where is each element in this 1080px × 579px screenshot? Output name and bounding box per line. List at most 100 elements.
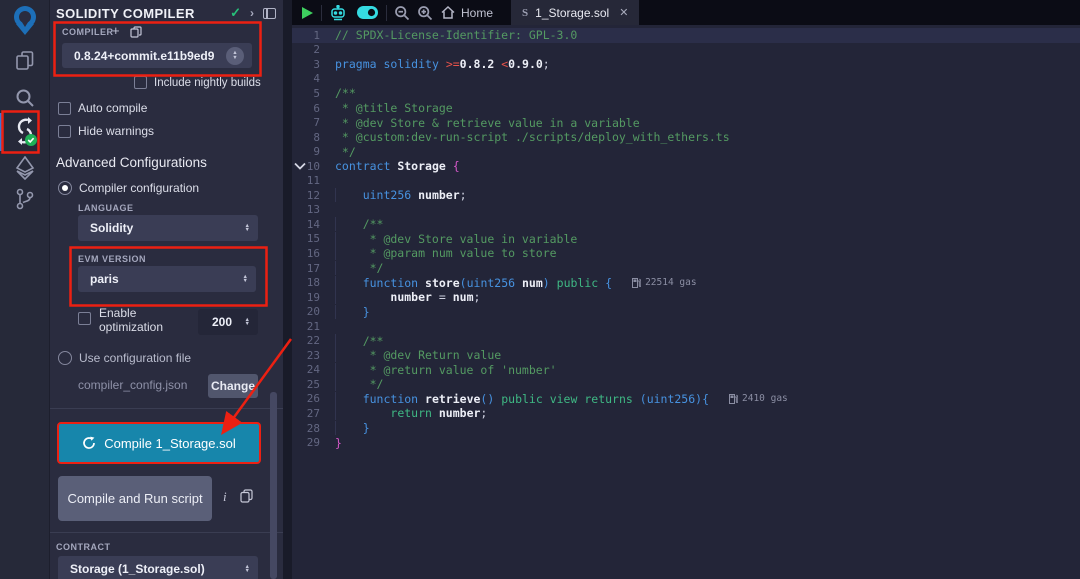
code-line[interactable]: 14 /** <box>292 217 1080 232</box>
enable-optimization-checkbox[interactable] <box>78 312 91 325</box>
code-text: * @return value of 'number' <box>335 363 557 377</box>
chevron-down-icon[interactable] <box>294 159 306 173</box>
code-line[interactable]: 3pragma solidity >=0.8.2 <0.9.0; <box>292 57 1080 72</box>
contract-stepper-icon: ▲▼ <box>245 565 250 574</box>
auto-compile-checkbox[interactable] <box>58 102 71 115</box>
code-line[interactable]: 11 <box>292 173 1080 188</box>
line-number: 22 <box>292 334 335 347</box>
code-line[interactable]: 17 */ <box>292 261 1080 276</box>
code-text: */ <box>335 145 356 159</box>
panel-editor-divider[interactable] <box>283 0 292 579</box>
tab-1-storage-sol[interactable]: S 1_Storage.sol ✕ <box>511 0 639 25</box>
add-custom-compiler-icon[interactable]: + <box>112 23 120 38</box>
run-script-play-icon[interactable] <box>300 6 314 20</box>
advanced-configurations-header[interactable]: Advanced Configurations <box>56 155 207 170</box>
code-line[interactable]: 25 */ <box>292 377 1080 392</box>
zoom-in-icon[interactable] <box>417 5 433 21</box>
line-number: 24 <box>292 363 335 376</box>
runs-stepper-icon: ▲▼ <box>245 318 250 327</box>
line-number: 17 <box>292 262 335 275</box>
code-text: uint256 number; <box>335 188 467 202</box>
code-text: * @dev Store & retrieve value in a varia… <box>335 116 640 130</box>
hide-warnings-label: Hide warnings <box>78 124 154 138</box>
language-select[interactable]: Solidity ▲▼ <box>78 215 258 241</box>
line-number: 18 <box>292 276 335 289</box>
optimization-runs-stepper[interactable]: 200 ▲▼ <box>198 309 258 335</box>
pin-panel-icon[interactable] <box>263 8 276 19</box>
code-line[interactable]: 26 function retrieve() public view retur… <box>292 392 1080 407</box>
line-number: 13 <box>292 203 335 216</box>
code-line[interactable]: 7 * @dev Store & retrieve value in a var… <box>292 115 1080 130</box>
ai-assistant-robot-icon[interactable] <box>329 5 347 21</box>
code-line[interactable]: 2 <box>292 43 1080 58</box>
use-config-file-row: Use configuration file <box>58 351 191 365</box>
file-explorer-icon[interactable] <box>0 50 50 72</box>
code-line[interactable]: 16 * @param num value to store <box>292 246 1080 261</box>
solidity-compiler-icon[interactable] <box>0 117 50 147</box>
evm-version-label: EVM VERSION <box>78 254 146 264</box>
tab-home[interactable]: Home <box>441 6 493 20</box>
line-number: 2 <box>292 43 335 56</box>
activity-bar <box>0 0 50 579</box>
code-line[interactable]: 5/** <box>292 86 1080 101</box>
copy-script-icon[interactable] <box>240 489 253 506</box>
ai-toggle-icon[interactable] <box>356 5 379 20</box>
code-line[interactable]: 22 /** <box>292 333 1080 348</box>
gas-pump-icon <box>729 394 738 404</box>
refresh-icon <box>82 436 96 450</box>
compiler-version-stepper-icon[interactable]: ▲▼ <box>226 47 244 65</box>
code-line[interactable]: 19 number = num; <box>292 290 1080 305</box>
compile-success-check-icon: ✓ <box>230 5 241 21</box>
code-line[interactable]: 8 * @custom:dev-run-script ./scripts/dep… <box>292 130 1080 145</box>
close-tab-icon[interactable]: ✕ <box>619 6 628 19</box>
evm-version-select[interactable]: paris ▲▼ <box>78 266 256 292</box>
code-line[interactable]: 9 */ <box>292 144 1080 159</box>
remix-logo-icon[interactable] <box>0 3 50 39</box>
code-text: // SPDX-License-Identifier: GPL-3.0 <box>335 28 577 42</box>
code-text: function retrieve() public view returns … <box>335 392 709 406</box>
enable-optimization-label: Enable optimization <box>99 306 185 334</box>
line-number: 26 <box>292 392 335 405</box>
zoom-out-icon[interactable] <box>394 5 410 21</box>
line-number: 5 <box>292 87 335 100</box>
info-icon[interactable]: i <box>223 489 227 505</box>
code-text: */ <box>335 261 383 275</box>
code-line[interactable]: 20 } <box>292 304 1080 319</box>
search-icon[interactable] <box>0 87 50 109</box>
code-line[interactable]: 1// SPDX-License-Identifier: GPL-3.0 <box>292 28 1080 43</box>
collapse-panel-icon[interactable]: › <box>250 6 254 20</box>
compiler-configuration-label: Compiler configuration <box>79 181 199 195</box>
code-line[interactable]: 6 * @title Storage <box>292 101 1080 116</box>
code-lines[interactable]: 1// SPDX-License-Identifier: GPL-3.023pr… <box>292 25 1080 579</box>
code-text: number = num; <box>335 290 480 304</box>
copy-compiler-icon[interactable] <box>130 26 142 41</box>
code-line[interactable]: 29} <box>292 435 1080 450</box>
tab-label: 1_Storage.sol <box>535 6 609 20</box>
code-line[interactable]: 12 uint256 number; <box>292 188 1080 203</box>
compiler-version-select[interactable]: 0.8.24+commit.e11b9ed9 ▲▼ <box>62 43 252 68</box>
code-line[interactable]: 24 * @return value of 'number' <box>292 363 1080 378</box>
code-line[interactable]: 13 <box>292 203 1080 218</box>
code-line[interactable]: 21 <box>292 319 1080 334</box>
contract-select[interactable]: Storage (1_Storage.sol) ▲▼ <box>58 556 258 579</box>
language-stepper-icon: ▲▼ <box>245 224 250 233</box>
code-line[interactable]: 27 return number; <box>292 406 1080 421</box>
code-line[interactable]: 10contract Storage { <box>292 159 1080 174</box>
deploy-run-icon[interactable] <box>0 156 50 180</box>
line-number: 3 <box>292 58 335 71</box>
panel-scrollbar[interactable] <box>270 392 277 579</box>
code-line[interactable]: 15 * @dev Store value in variable <box>292 232 1080 247</box>
compile-and-run-button[interactable]: Compile and Run script <box>58 476 212 521</box>
nightly-builds-checkbox[interactable] <box>134 76 147 89</box>
compile-button[interactable]: Compile 1_Storage.sol <box>57 422 261 464</box>
code-line[interactable]: 23 * @dev Return value <box>292 348 1080 363</box>
code-line[interactable]: 28 } <box>292 421 1080 436</box>
code-line[interactable]: 4 <box>292 72 1080 87</box>
compiler-configuration-radio[interactable] <box>58 181 72 195</box>
code-line[interactable]: 18 function store(uint256 num) public {2… <box>292 275 1080 290</box>
auto-compile-label: Auto compile <box>78 101 147 115</box>
hide-warnings-checkbox[interactable] <box>58 125 71 138</box>
change-config-button[interactable]: Change <box>208 374 258 398</box>
git-icon[interactable] <box>0 188 50 210</box>
use-config-file-radio[interactable] <box>58 351 72 365</box>
